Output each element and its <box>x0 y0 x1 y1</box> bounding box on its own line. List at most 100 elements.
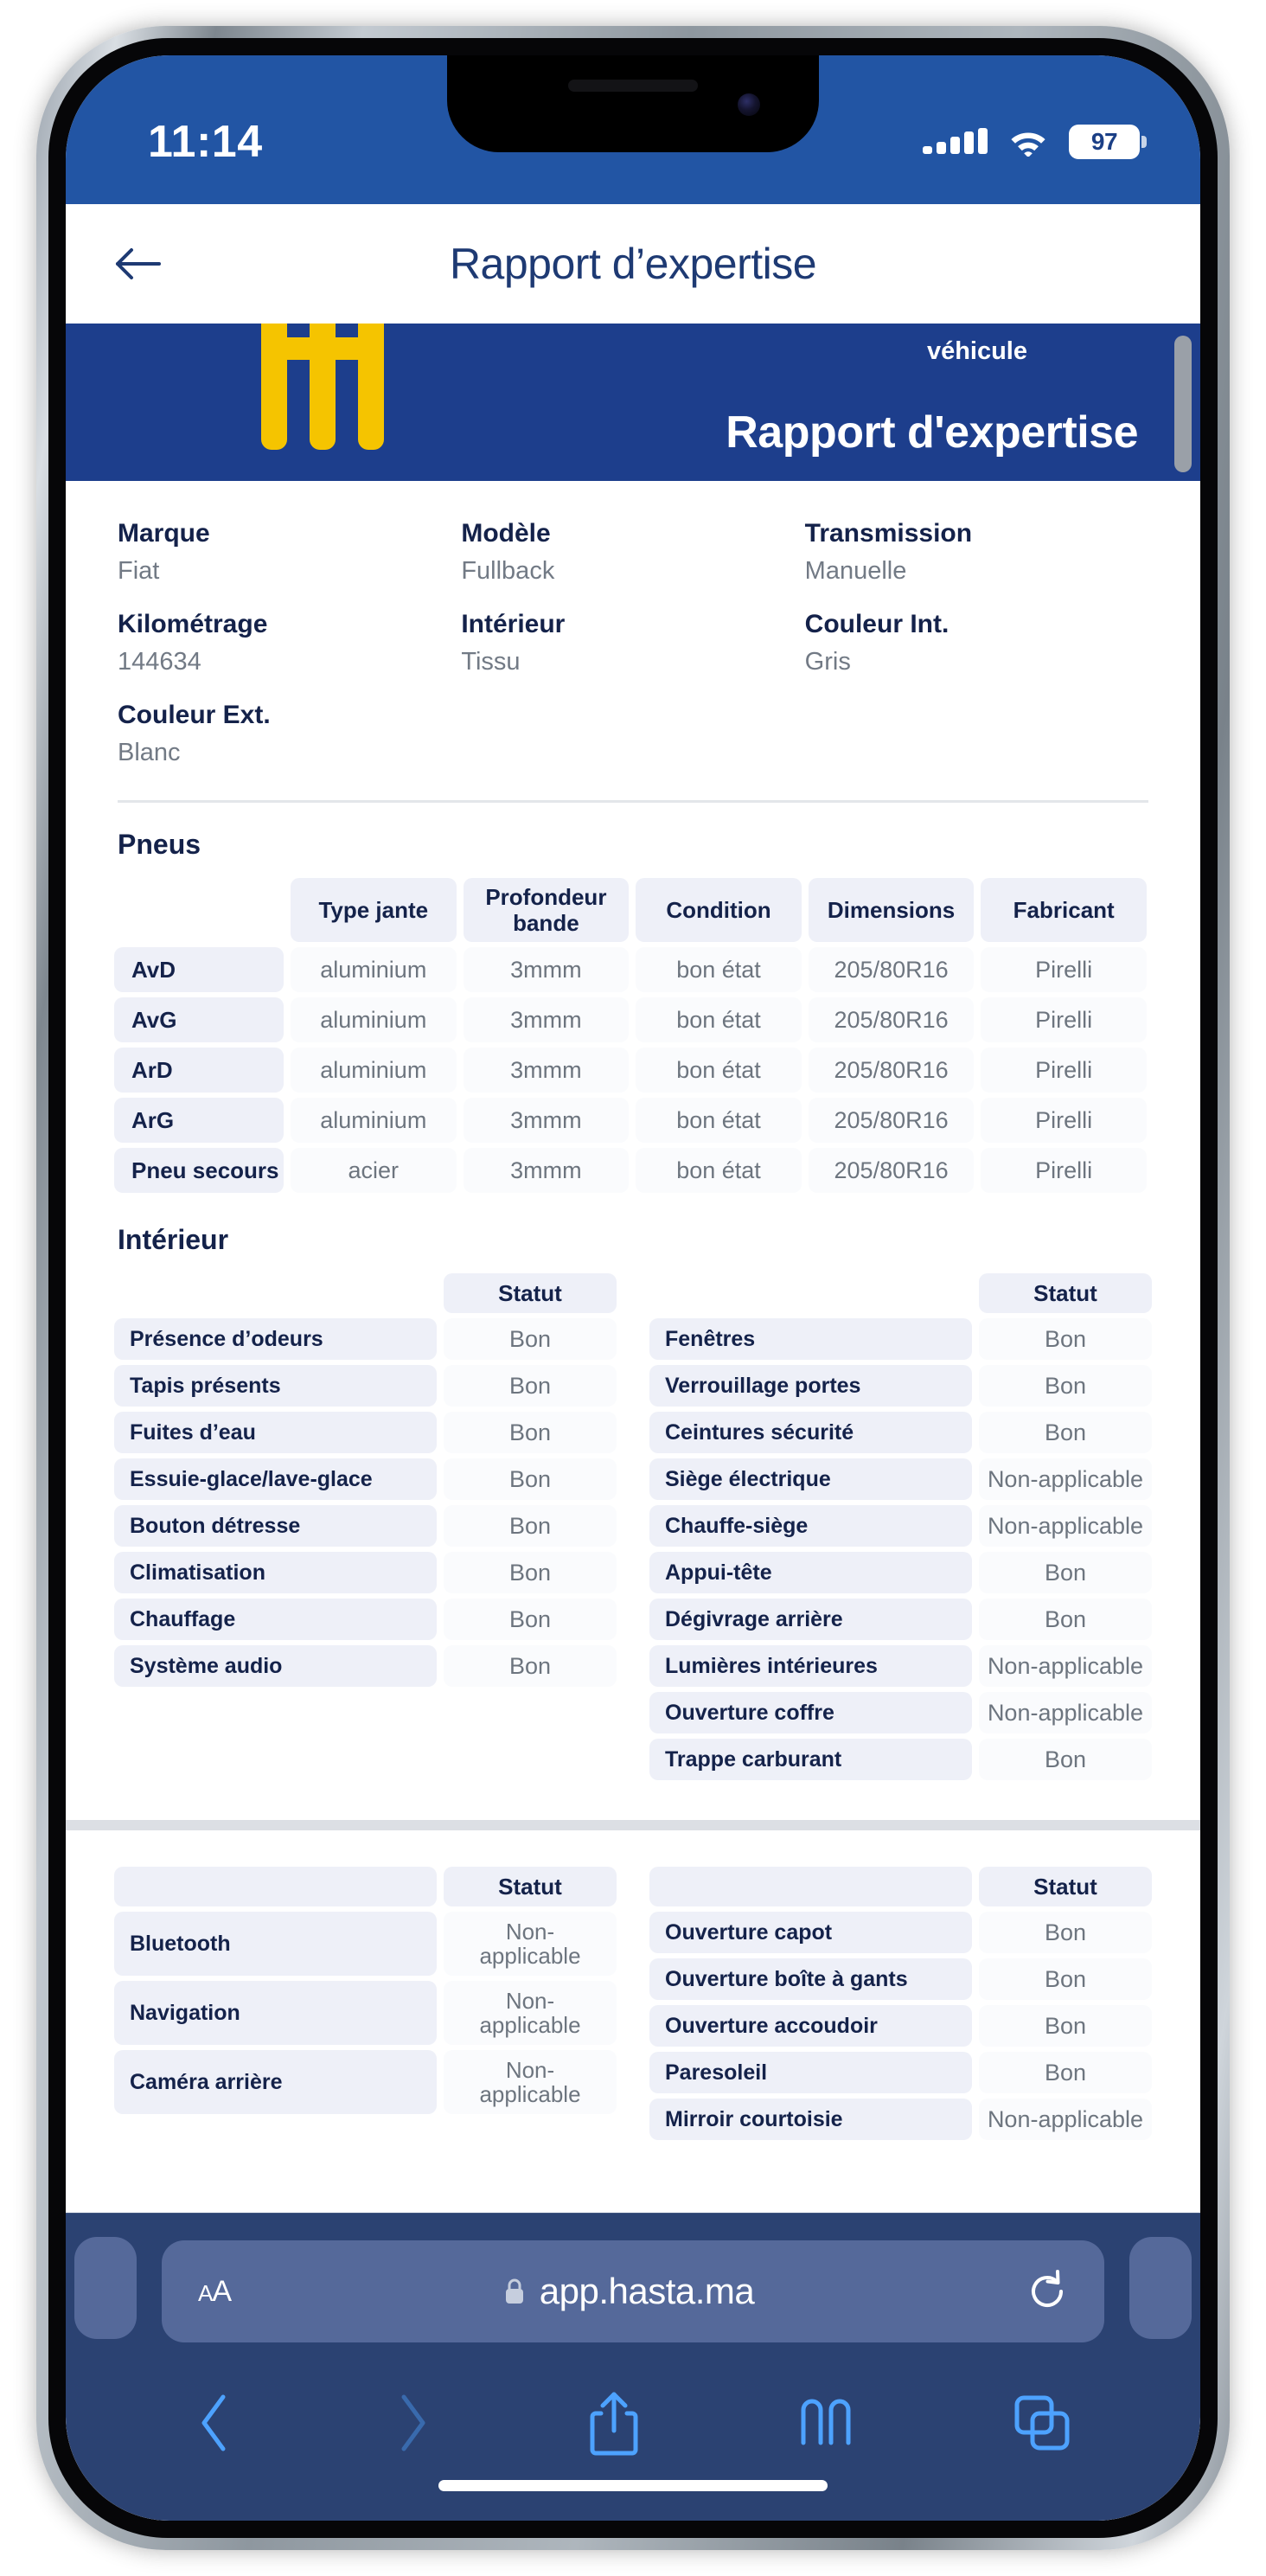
page-title: Rapport d’expertise <box>449 240 817 288</box>
share-button[interactable] <box>587 2389 641 2457</box>
tires-table: Type jante Profondeur bande Condition Dimen… <box>107 873 1154 1198</box>
equipment-dual-block: Statut Bluetooth Non-applicable Navigation… <box>66 1862 1200 2145</box>
checklist-item-label: Siège électrique <box>649 1458 972 1500</box>
previous-tab-peek[interactable] <box>74 2237 137 2339</box>
table-header-row: Statut <box>649 1273 1152 1313</box>
section-title-interieur: Intérieur <box>118 1224 229 1255</box>
interior-right-table: Statut Fenêtres Bon Verrouillage portes Bon… <box>643 1268 1159 1785</box>
banner-subtitle: véhicule <box>926 337 1027 365</box>
checklist-item-label: Caméra arrière <box>114 2050 437 2114</box>
status-indicators: 97 <box>923 125 1147 159</box>
tire-value-cell: bon état <box>636 1148 802 1193</box>
browser-back-button[interactable] <box>195 2392 235 2454</box>
table-row: Navigation Non-applicable <box>114 1981 617 2045</box>
text-size-small-a: A <box>198 2279 213 2306</box>
address-bar-center: app.hasta.ma <box>231 2271 1026 2312</box>
vehicle-info-grid: Marque Fiat Modèle Fullback Transmission Manu… <box>66 481 1200 767</box>
vehicle-info-label: Modèle <box>461 519 551 548</box>
vehicle-info-value: Fiat <box>118 557 160 585</box>
checklist-item-status: Bon <box>444 1365 617 1407</box>
home-indicator[interactable] <box>438 2480 828 2491</box>
checklist-item-status: Bon <box>979 1318 1152 1360</box>
tires-header-cell: Fabricant <box>981 878 1147 942</box>
equipment-left-body: Bluetooth Non-applicable Navigation Non-app… <box>114 1912 617 2114</box>
reload-icon <box>1032 2270 1063 2307</box>
checklist-item-label: Système audio <box>114 1645 437 1687</box>
status-header-cell: Statut <box>979 1867 1152 1906</box>
browser-forward-button[interactable] <box>392 2392 432 2454</box>
interior-right-body: Fenêtres Bon Verrouillage portes Bon Ceintur… <box>649 1318 1152 1780</box>
blank-header-cell <box>114 1273 437 1313</box>
table-row: Ceintures sécurité Bon <box>649 1412 1152 1453</box>
blank-header-cell <box>649 1273 972 1313</box>
earpiece-speaker <box>568 80 698 92</box>
tire-value-cell: Pirelli <box>981 997 1147 1042</box>
reload-button[interactable] <box>1026 2269 1068 2314</box>
tire-value-cell: bon état <box>636 947 802 992</box>
interior-right-column: Statut Fenêtres Bon Verrouillage portes Bon… <box>643 1268 1159 1785</box>
lock-icon <box>505 2278 523 2304</box>
battery-icon: 97 <box>1069 125 1147 159</box>
checklist-item-status: Bon <box>444 1599 617 1640</box>
table-row: Siège électrique Non-applicable <box>649 1458 1152 1500</box>
vehicle-info-label: Transmission <box>804 519 973 548</box>
vehicle-info-label: Marque <box>118 519 210 548</box>
table-row: Mirroir courtoisie Non-applicable <box>649 2099 1152 2140</box>
table-row: Paresoleil Bon <box>649 2052 1152 2093</box>
address-bar-row: AA app.hasta.ma <box>66 2213 1200 2358</box>
chevron-right-icon <box>401 2394 425 2451</box>
checklist-item-label: Chauffage <box>114 1599 437 1640</box>
address-bar[interactable]: AA app.hasta.ma <box>162 2240 1104 2342</box>
equipment-right-body: Ouverture capot Bon Ouverture boîte à gant… <box>649 1912 1152 2140</box>
tire-value-cell: acier <box>291 1148 457 1193</box>
table-row: Caméra arrière Non-applicable <box>114 2050 617 2114</box>
table-row: Pneu secours acier 3mmm bon état 205/80R16 Pi… <box>114 1148 1147 1193</box>
bookmarks-button[interactable] <box>796 2396 857 2450</box>
app-header: Rapport d’expertise <box>66 204 1200 324</box>
table-row: ArG aluminium 3mmm bon état 205/80R16 Pirelli <box>114 1098 1147 1143</box>
vehicle-info-value: Blanc <box>118 739 181 766</box>
table-row: Dégivrage arrière Bon <box>649 1599 1152 1640</box>
tire-position-cell: AvD <box>114 947 284 992</box>
tabs-button[interactable] <box>1013 2394 1071 2451</box>
checklist-item-label: Bluetooth <box>114 1912 437 1976</box>
checklist-item-label: Verrouillage portes <box>649 1365 972 1407</box>
tire-value-cell: Pirelli <box>981 1148 1147 1193</box>
device-stage: 11:14 97 Rapport d’expertise véhicule Ra… <box>0 0 1266 2576</box>
wifi-icon <box>1011 132 1045 157</box>
page-scrollbar[interactable] <box>1174 336 1192 472</box>
checklist-item-status: Non-applicable <box>444 2050 617 2114</box>
table-row: Présence d’odeurs Bon <box>114 1318 617 1360</box>
checklist-item-label: Chauffe-siège <box>649 1505 972 1547</box>
vehicle-info-value: Tissu <box>461 648 521 676</box>
interior-left-body: Présence d’odeurs Bon Tapis présents Bon Fui… <box>114 1318 617 1687</box>
table-row: Ouverture boîte à gants Bon <box>649 1958 1152 2000</box>
tire-value-cell: Pirelli <box>981 1048 1147 1093</box>
table-row: Ouverture capot Bon <box>649 1912 1152 1953</box>
tire-value-cell: aluminium <box>291 1048 457 1093</box>
table-row: Trappe carburant Bon <box>649 1739 1152 1780</box>
vehicle-info-cell: Intérieur Tissu <box>461 610 804 676</box>
checklist-item-status: Non-applicable <box>444 1912 617 1976</box>
blank-header-cell <box>114 878 284 942</box>
tires-header-cell: Profondeur bande <box>463 878 630 942</box>
next-tab-peek[interactable] <box>1129 2237 1192 2339</box>
vehicle-info-value: 144634 <box>118 648 201 676</box>
battery-percent: 97 <box>1090 128 1118 155</box>
checklist-item-label: Présence d’odeurs <box>114 1318 437 1360</box>
tires-table-body: AvD aluminium 3mmm bon état 205/80R16 Pirelli… <box>114 947 1147 1193</box>
checklist-item-status: Bon <box>979 1599 1152 1640</box>
table-row: Ouverture coffre Non-applicable <box>649 1692 1152 1733</box>
checklist-item-label: Climatisation <box>114 1552 437 1593</box>
table-row: Chauffage Bon <box>114 1599 617 1640</box>
text-size-button[interactable]: AA <box>198 2275 232 2309</box>
front-camera-icon <box>738 93 760 116</box>
checklist-item-status: Bon <box>979 1912 1152 1953</box>
equipment-right-column: Statut Ouverture capot Bon Ouverture boîte… <box>643 1862 1159 2145</box>
checklist-item-status: Bon <box>444 1458 617 1500</box>
status-bar: 11:14 97 <box>66 55 1200 204</box>
tires-table-head: Type jante Profondeur bande Condition Dimen… <box>114 878 1147 942</box>
table-row: Chauffe-siège Non-applicable <box>649 1505 1152 1547</box>
tire-value-cell: 3mmm <box>463 997 630 1042</box>
section-title-pneus: Pneus <box>118 829 201 860</box>
